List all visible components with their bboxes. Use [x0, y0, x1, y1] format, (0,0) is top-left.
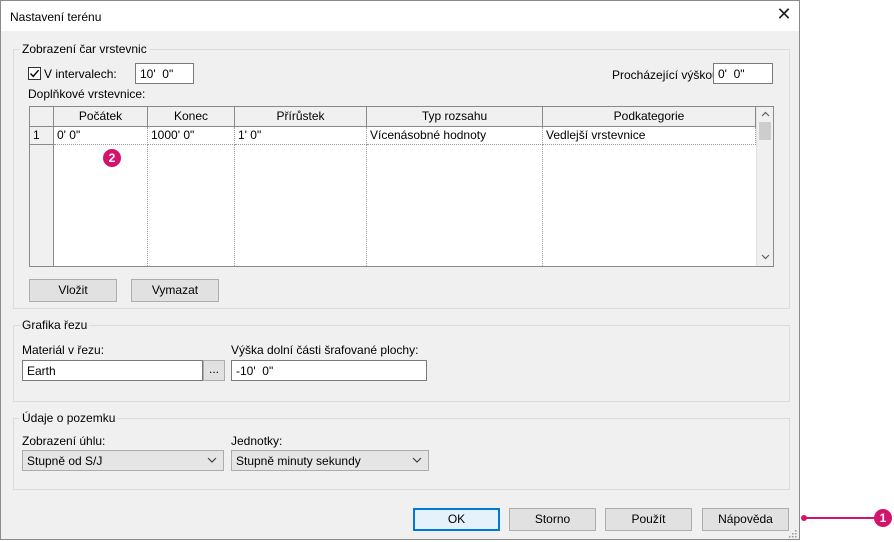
angle-display-select[interactable]: Stupně od S/J [22, 450, 224, 471]
passing-height-label: Procházející výškou: [612, 68, 723, 82]
apply-button[interactable]: Použít [605, 508, 692, 531]
resize-grip-icon[interactable] [787, 528, 797, 538]
column-header-increment[interactable]: Přírůstek [235, 107, 367, 127]
cell-end[interactable]: 1000' 0" [148, 127, 235, 145]
column-header-subcategory[interactable]: Podkategorie [543, 107, 756, 127]
section-graphics-label: Grafika řezu [20, 318, 90, 332]
column-header-range-type[interactable]: Typ rozsahu [367, 107, 543, 127]
interval-checkbox[interactable] [28, 67, 41, 80]
terrain-settings-dialog: Nastavení terénu ✕ Zobrazení čar vrstevn… [0, 0, 800, 540]
insert-button[interactable]: Vložit [29, 279, 117, 302]
callout-leader-line [801, 515, 876, 521]
material-input[interactable] [22, 360, 203, 381]
additional-contours-label: Doplňkové vrstevnice: [28, 87, 146, 101]
units-value: Stupně minuty sekundy [236, 454, 361, 468]
cell-start[interactable]: 0' 0" [54, 127, 148, 145]
cell-range-type[interactable]: Vícenásobné hodnoty [367, 127, 543, 145]
ok-button[interactable]: OK [413, 508, 500, 531]
contour-group-label: Zobrazení čar vrstevnic [20, 42, 149, 56]
column-divider [542, 145, 543, 266]
hatch-height-input[interactable] [231, 360, 427, 381]
chevron-down-icon [207, 457, 217, 463]
column-header-end[interactable]: Konec [148, 107, 235, 127]
angle-display-label: Zobrazení úhlu: [22, 434, 106, 448]
table-corner [30, 107, 54, 127]
column-divider [147, 145, 148, 266]
column-divider [234, 145, 235, 266]
chevron-down-icon [412, 457, 422, 463]
scroll-up-icon[interactable] [760, 109, 771, 120]
close-icon[interactable]: ✕ [773, 5, 795, 27]
title-bar: Nastavení terénu ✕ [1, 1, 799, 31]
interval-label: V intervalech: [44, 67, 117, 81]
callout-marker-2: 2 [103, 149, 121, 167]
material-browse-button[interactable]: ... [203, 360, 225, 381]
cancel-button[interactable]: Storno [509, 508, 596, 531]
cell-subcategory[interactable]: Vedlejší vrstevnice [543, 127, 756, 145]
dialog-title: Nastavení terénu [10, 10, 102, 24]
property-data-label: Údaje o pozemku [20, 411, 118, 425]
contour-table: Počátek Konec Přírůstek Typ rozsahu Podk… [29, 106, 774, 267]
delete-button[interactable]: Vymazat [131, 279, 219, 302]
units-label: Jednotky: [231, 434, 283, 448]
passing-height-input[interactable] [713, 63, 773, 84]
empty-row-header [30, 145, 54, 266]
angle-display-value: Stupně od S/J [27, 454, 103, 468]
help-button[interactable]: Nápověda [702, 508, 789, 531]
scroll-down-icon[interactable] [760, 252, 771, 263]
cell-increment[interactable]: 1' 0" [235, 127, 367, 145]
scroll-thumb[interactable] [759, 122, 771, 140]
units-select[interactable]: Stupně minuty sekundy [231, 450, 429, 471]
row-header[interactable]: 1 [30, 127, 54, 145]
column-divider [366, 145, 367, 266]
check-icon [29, 69, 40, 78]
hatch-height-label: Výška dolní části šrafované plochy: [231, 343, 419, 357]
material-label: Materiál v řezu: [22, 343, 105, 357]
column-header-start[interactable]: Počátek [54, 107, 148, 127]
table-scrollbar[interactable] [756, 107, 773, 266]
row-index: 1 [33, 128, 40, 142]
interval-input[interactable] [135, 63, 194, 84]
callout-marker-1: 1 [874, 509, 892, 527]
